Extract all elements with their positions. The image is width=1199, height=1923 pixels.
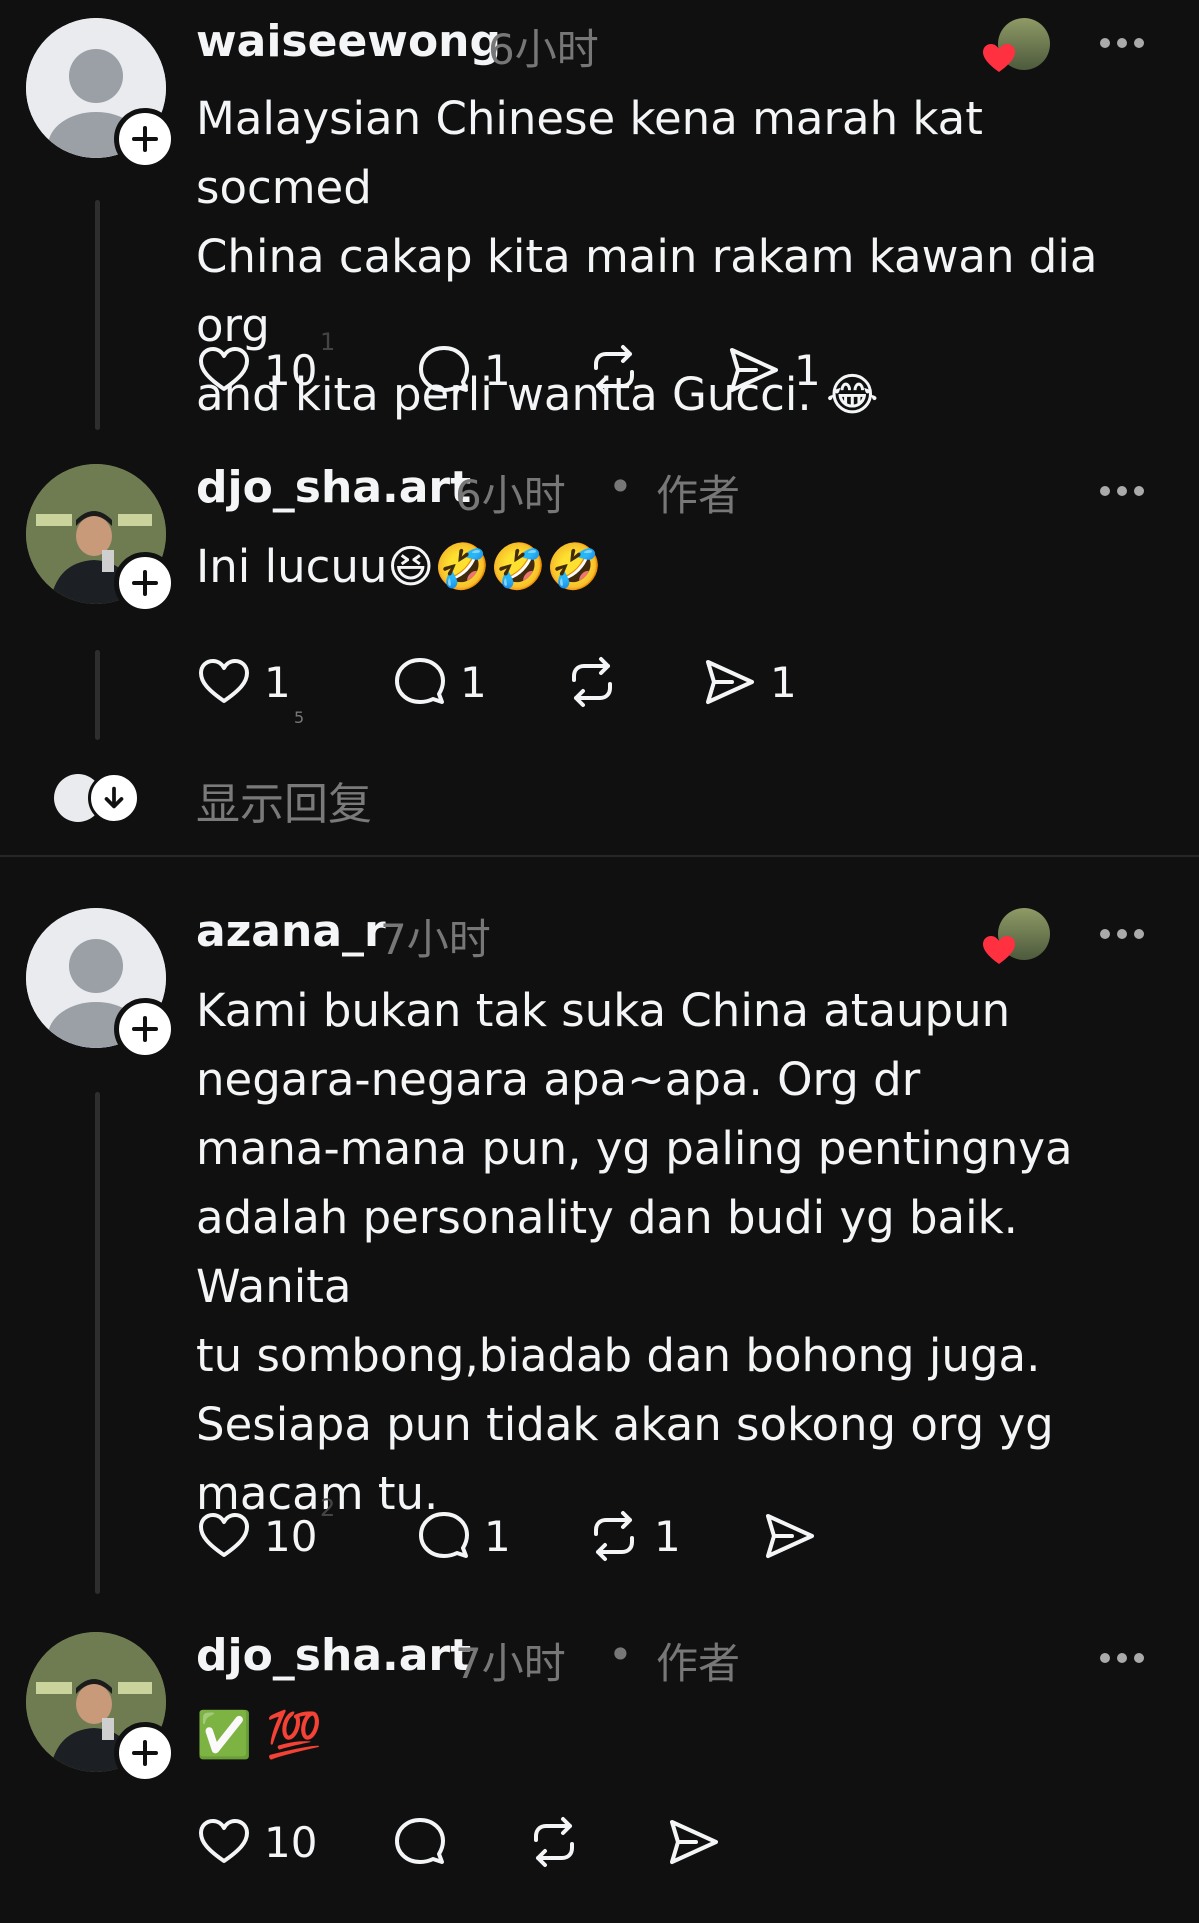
- repost-icon: [534, 1817, 574, 1867]
- share-icon: [670, 1820, 718, 1864]
- heart-icon: [199, 1819, 249, 1863]
- reply-2: djo_sha.art 7小时 • 作者 ✅ 💯 10: [0, 0, 1199, 1923]
- username[interactable]: djo_sha.art: [196, 1630, 471, 1681]
- share-button[interactable]: [666, 1812, 734, 1872]
- timestamp: 7小时: [455, 1639, 566, 1688]
- like-button[interactable]: 10: [196, 1812, 317, 1872]
- post-text: ✅ 💯: [196, 1708, 323, 1761]
- like-count: 10: [264, 1817, 318, 1867]
- author-tag: 作者: [656, 1639, 741, 1688]
- action-bar: 10: [196, 1812, 896, 1872]
- follow-button[interactable]: [114, 1722, 176, 1784]
- repost-button[interactable]: [526, 1812, 594, 1872]
- more-icon[interactable]: [1099, 1652, 1145, 1664]
- comment-button[interactable]: [392, 1812, 460, 1872]
- separator-dot: •: [608, 1630, 633, 1679]
- comment-icon: [395, 1818, 445, 1864]
- plus-icon: [132, 1740, 158, 1766]
